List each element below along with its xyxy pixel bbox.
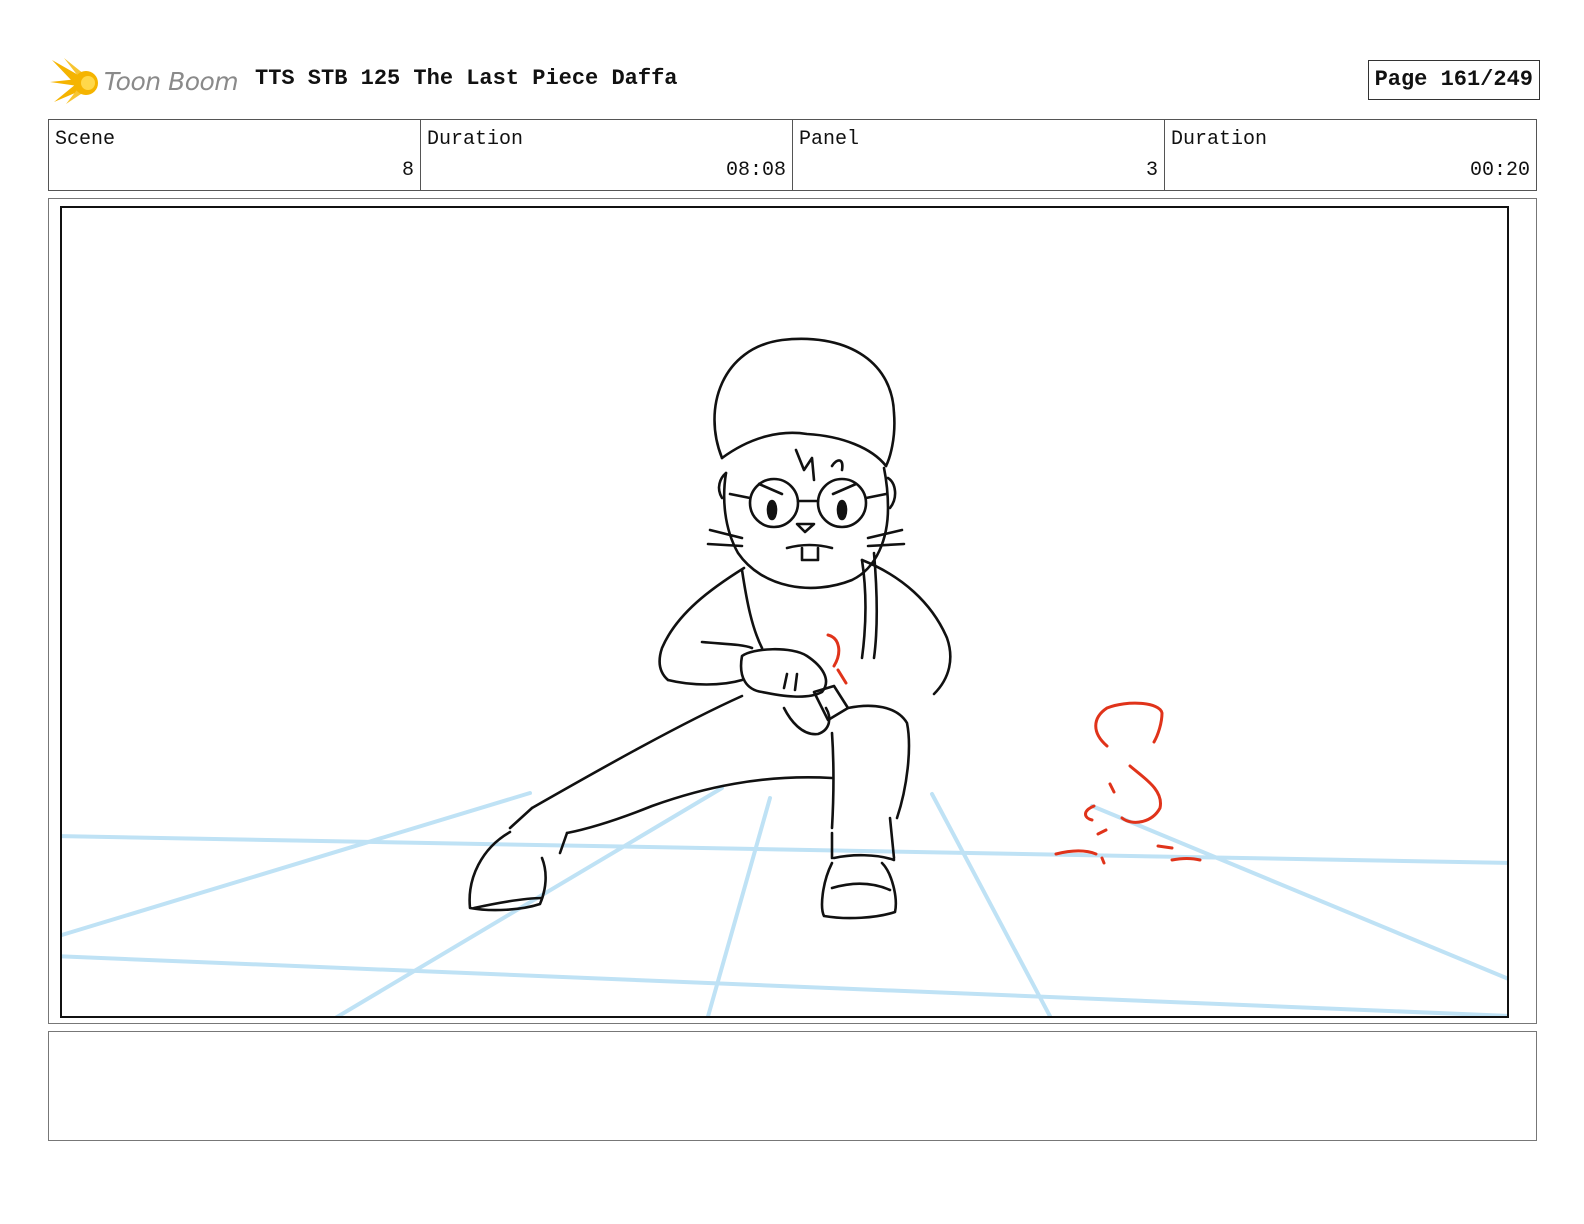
panel-notes-box <box>48 1031 1537 1141</box>
scene-value: 8 <box>401 159 414 182</box>
panel-value: 3 <box>1145 159 1158 182</box>
toon-boom-logo: Toon Boom <box>50 54 239 108</box>
scene-cell: Scene 8 <box>49 120 421 190</box>
panel-label: Panel <box>799 128 860 151</box>
logo-text: Toon Boom <box>104 66 239 96</box>
scene-duration-value: 08:08 <box>725 159 786 182</box>
scene-info-table: Scene 8 Duration 08:08 Panel 3 Duration … <box>48 119 1537 191</box>
perspective-grid <box>62 786 1507 1016</box>
panel-cell: Panel 3 <box>793 120 1165 190</box>
toon-boom-flare-icon <box>50 58 98 104</box>
storyboard-panel-frame <box>48 198 1537 1024</box>
character-sketch <box>468 337 952 920</box>
scene-label: Scene <box>55 128 116 151</box>
panel-duration-label: Duration <box>1171 128 1268 151</box>
page-number: Page 161/249 <box>1367 60 1540 100</box>
scene-duration-cell: Duration 08:08 <box>421 120 793 190</box>
panel-duration-value: 00:20 <box>1469 159 1530 182</box>
panel-sketch <box>62 337 1507 1016</box>
document-title: TTS STB 125 The Last Piece Daffa <box>255 66 678 91</box>
panel-duration-cell: Duration 00:20 <box>1165 120 1536 190</box>
scene-duration-label: Duration <box>427 128 524 151</box>
storyboard-panel <box>60 206 1509 1018</box>
page-header: Toon Boom TTS STB 125 The Last Piece Daf… <box>50 52 1540 108</box>
